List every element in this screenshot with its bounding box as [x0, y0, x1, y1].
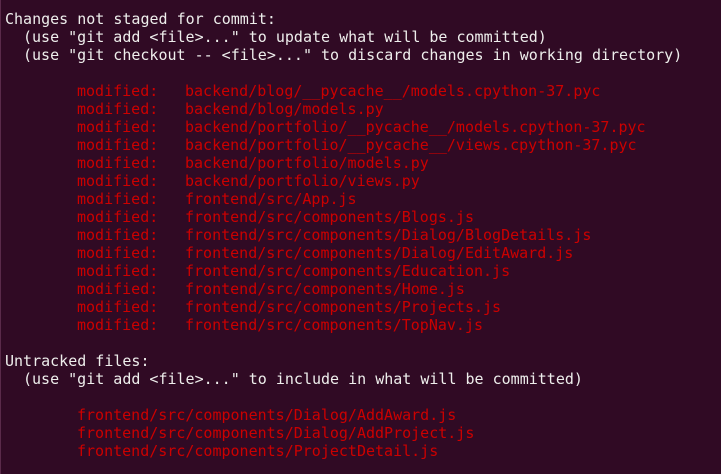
file-path: frontend/src/App.js	[185, 190, 357, 208]
modified-file-row: modified: frontend/src/components/TopNav.…	[5, 316, 721, 334]
modified-file-row: modified: backend/portfolio/views.py	[5, 172, 721, 190]
file-path: backend/portfolio/models.py	[185, 154, 429, 172]
file-status: modified:	[77, 262, 159, 280]
file-path: frontend/src/components/Projects.js	[185, 298, 502, 316]
file-path: backend/portfolio/views.py	[185, 172, 420, 190]
file-status: modified:	[77, 154, 159, 172]
modified-file-row: modified: backend/portfolio/__pycache__/m…	[5, 118, 721, 136]
modified-file-row: modified: frontend/src/components/Blogs.j…	[5, 208, 721, 226]
modified-file-row: modified: frontend/src/components/Dialog/…	[5, 244, 721, 262]
hint-git-add: (use "git add <file>..." to update what …	[23, 28, 547, 46]
file-path: backend/portfolio/__pycache__/models.cpy…	[185, 118, 646, 136]
hint-untracked-add: (use "git add <file>..." to include in w…	[23, 370, 583, 388]
file-status: modified:	[77, 172, 159, 190]
modified-file-row: modified: frontend/src/components/Educati…	[5, 262, 721, 280]
modified-files-list: modified: backend/blog/__pycache__/models…	[5, 82, 721, 334]
terminal-window[interactable]: Changes not staged for commit: (use "git…	[0, 0, 721, 474]
untracked-heading: Untracked files:	[5, 352, 150, 370]
untracked-files-list: frontend/src/components/Dialog/AddAward.…	[5, 406, 721, 460]
file-path: frontend/src/components/Dialog/BlogDetai…	[185, 226, 592, 244]
modified-file-row: modified: frontend/src/components/Project…	[5, 298, 721, 316]
file-path: frontend/src/components/Home.js	[185, 280, 465, 298]
modified-file-row: modified: backend/blog/__pycache__/models…	[5, 82, 721, 100]
file-path: frontend/src/components/Blogs.js	[185, 208, 474, 226]
modified-file-row: modified: backend/portfolio/models.py	[5, 154, 721, 172]
file-path: backend/blog/__pycache__/models.cpython-…	[185, 82, 601, 100]
untracked-file-row: frontend/src/components/Dialog/AddAward.…	[77, 406, 457, 424]
file-path: frontend/src/components/Education.js	[185, 262, 511, 280]
modified-file-row: modified: frontend/src/components/Home.js	[5, 280, 721, 298]
file-status: modified:	[77, 280, 159, 298]
modified-file-row: modified: backend/blog/models.py	[5, 100, 721, 118]
modified-file-row: modified: backend/portfolio/__pycache__/v…	[5, 136, 721, 154]
file-status: modified:	[77, 82, 159, 100]
file-path: backend/blog/models.py	[185, 100, 384, 118]
file-status: modified:	[77, 316, 159, 334]
hint-git-checkout: (use "git checkout -- <file>..." to disc…	[23, 46, 683, 64]
not-staged-heading: Changes not staged for commit:	[5, 10, 276, 28]
file-path: frontend/src/components/TopNav.js	[185, 316, 484, 334]
file-status: modified:	[77, 208, 159, 226]
file-status: modified:	[77, 244, 159, 262]
file-status: modified:	[77, 226, 159, 244]
file-status: modified:	[77, 100, 159, 118]
file-status: modified:	[77, 118, 159, 136]
file-path: frontend/src/components/Dialog/EditAward…	[185, 244, 574, 262]
modified-file-row: modified: frontend/src/App.js	[5, 190, 721, 208]
file-status: modified:	[77, 136, 159, 154]
file-status: modified:	[77, 298, 159, 316]
file-path: backend/portfolio/__pycache__/views.cpyt…	[185, 136, 637, 154]
untracked-file-row: frontend/src/components/Dialog/AddProjec…	[77, 424, 475, 442]
file-status: modified:	[77, 190, 159, 208]
untracked-file-row: frontend/src/components/ProjectDetail.js	[77, 442, 439, 460]
modified-file-row: modified: frontend/src/components/Dialog/…	[5, 226, 721, 244]
